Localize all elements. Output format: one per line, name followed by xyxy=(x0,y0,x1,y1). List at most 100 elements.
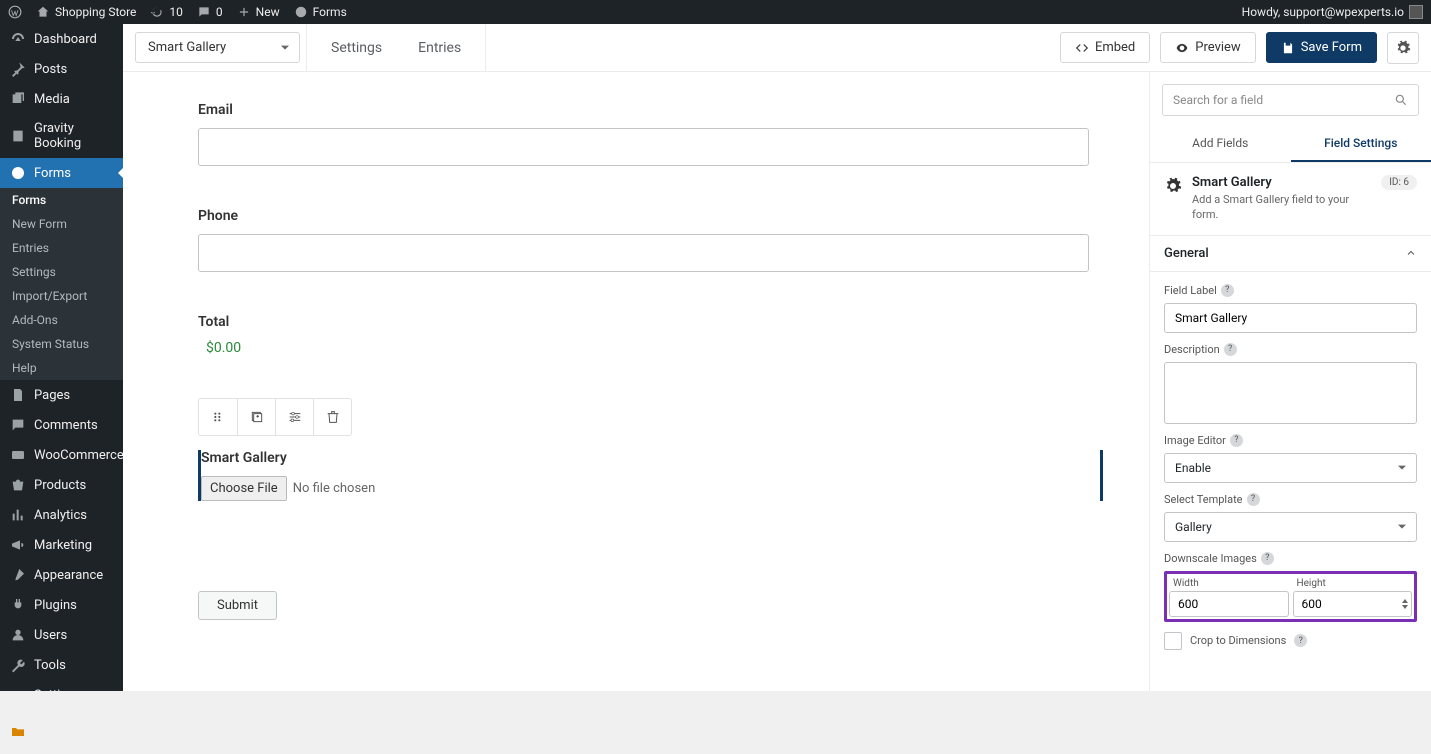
submenu-system-status[interactable]: System Status xyxy=(0,332,123,356)
nav-entries[interactable]: Entries xyxy=(400,40,479,56)
sidebar-products[interactable]: Products xyxy=(0,470,123,500)
edit-field-button[interactable] xyxy=(275,399,313,435)
label-image-editor: Image Editor? xyxy=(1164,434,1417,447)
submenu-import-export[interactable]: Import/Export xyxy=(0,284,123,308)
help-icon[interactable]: ? xyxy=(1294,634,1307,647)
admin-sidebar: Dashboard Posts Media Gravity Booking Fo… xyxy=(0,24,123,691)
sidebar-pages[interactable]: Pages xyxy=(0,380,123,410)
image-editor-select[interactable]: Enable xyxy=(1164,453,1417,483)
sidebar-tools[interactable]: Tools xyxy=(0,650,123,680)
form-switcher[interactable]: Smart Gallery xyxy=(135,32,300,63)
total-label: Total xyxy=(198,314,1089,330)
wrench-icon xyxy=(10,657,26,673)
forms-menu-icon xyxy=(10,165,26,181)
help-icon[interactable]: ? xyxy=(1221,284,1234,297)
total-value: $0.00 xyxy=(198,340,1089,356)
description-textarea[interactable] xyxy=(1164,362,1417,424)
height-label: Height xyxy=(1293,576,1413,591)
save-form-button[interactable]: Save Form xyxy=(1266,32,1377,63)
comment-icon xyxy=(10,417,26,433)
gallery-field-label: Smart Gallery xyxy=(201,450,1089,466)
plug-icon xyxy=(10,597,26,613)
embed-button[interactable]: Embed xyxy=(1060,32,1150,63)
avatar xyxy=(1409,5,1423,19)
number-spinner[interactable] xyxy=(1402,599,1408,609)
save-icon xyxy=(1281,41,1295,55)
code-icon xyxy=(1075,41,1089,55)
sidebar-gravity-booking[interactable]: Gravity Booking xyxy=(0,114,123,158)
template-select[interactable]: Gallery xyxy=(1164,512,1417,542)
sidebar-media[interactable]: Media xyxy=(0,84,123,114)
form-canvas: Email Phone Total $0.00 xyxy=(123,72,1149,691)
trash-icon xyxy=(325,409,341,425)
drag-handle[interactable] xyxy=(199,399,237,435)
phone-input[interactable] xyxy=(198,234,1089,272)
help-icon[interactable]: ? xyxy=(1261,552,1274,565)
help-icon[interactable]: ? xyxy=(1230,434,1243,447)
help-icon[interactable]: ? xyxy=(1247,493,1260,506)
sidebar-plugins[interactable]: Plugins xyxy=(0,590,123,620)
sidebar-marketing[interactable]: Marketing xyxy=(0,530,123,560)
gear-icon xyxy=(1395,40,1411,56)
submenu-addons[interactable]: Add-Ons xyxy=(0,308,123,332)
sidebar-dashboard[interactable]: Dashboard xyxy=(0,24,123,54)
email-field-group[interactable]: Email xyxy=(198,102,1089,166)
form-settings-button[interactable] xyxy=(1387,32,1419,64)
total-field-group[interactable]: Total $0.00 xyxy=(198,314,1089,356)
updates[interactable]: 10 xyxy=(150,5,183,19)
calendar-icon xyxy=(10,128,26,144)
submit-button[interactable]: Submit xyxy=(198,591,277,620)
submenu-new-form[interactable]: New Form xyxy=(0,212,123,236)
forms-admin[interactable]: Forms xyxy=(294,5,347,19)
howdy-user[interactable]: Howdy, support@wpexperts.io xyxy=(1242,5,1423,19)
sidebar-wp-file-manager[interactable]: WP File Manager xyxy=(0,710,123,754)
sidebar-users[interactable]: Users xyxy=(0,620,123,650)
forms-submenu: Forms New Form Entries Settings Import/E… xyxy=(0,188,123,380)
delete-field-button[interactable] xyxy=(313,399,351,435)
general-section-body: Field Label? Description? Image Editor? … xyxy=(1150,272,1431,662)
width-input[interactable] xyxy=(1169,591,1289,617)
sidebar-posts[interactable]: Posts xyxy=(0,54,123,84)
comments-count[interactable]: 0 xyxy=(197,5,223,19)
megaphone-icon xyxy=(10,537,26,553)
field-type-desc: Add a Smart Gallery field to your form. xyxy=(1192,192,1371,223)
submenu-help[interactable]: Help xyxy=(0,356,123,380)
sidebar-settings[interactable]: Settings xyxy=(0,680,123,710)
width-label: Width xyxy=(1169,576,1289,591)
pages-icon xyxy=(10,387,26,403)
sidebar-forms[interactable]: Forms xyxy=(0,158,123,188)
panel-tabs: Add Fields Field Settings xyxy=(1150,126,1431,163)
site-home[interactable]: Shopping Store xyxy=(36,5,136,19)
grip-icon xyxy=(210,409,226,425)
tab-add-fields[interactable]: Add Fields xyxy=(1150,126,1291,162)
help-icon[interactable]: ? xyxy=(1224,343,1237,356)
submenu-entries[interactable]: Entries xyxy=(0,236,123,260)
general-section-toggle[interactable]: General xyxy=(1150,235,1431,272)
sidebar-analytics[interactable]: Analytics xyxy=(0,500,123,530)
tab-field-settings[interactable]: Field Settings xyxy=(1291,126,1431,162)
sidebar-comments[interactable]: Comments xyxy=(0,410,123,440)
phone-label: Phone xyxy=(198,208,1089,224)
choose-file-button[interactable]: Choose File xyxy=(201,476,287,501)
nav-settings[interactable]: Settings xyxy=(313,40,400,56)
field-label-input[interactable] xyxy=(1164,303,1417,333)
sidebar-appearance[interactable]: Appearance xyxy=(0,560,123,590)
crop-checkbox[interactable] xyxy=(1164,632,1182,650)
wp-logo[interactable] xyxy=(8,5,22,19)
height-input[interactable] xyxy=(1293,591,1413,617)
email-input[interactable] xyxy=(198,128,1089,166)
new-content[interactable]: New xyxy=(237,5,280,19)
sidebar-woocommerce[interactable]: WooCommerce xyxy=(0,440,123,470)
crop-row: Crop to Dimensions ? xyxy=(1164,632,1417,650)
field-id-badge: ID: 6 xyxy=(1381,175,1417,190)
preview-button[interactable]: Preview xyxy=(1160,32,1255,63)
duplicate-button[interactable] xyxy=(237,399,275,435)
field-type-name: Smart Gallery xyxy=(1192,175,1371,190)
wordpress-icon xyxy=(8,5,22,19)
submenu-forms[interactable]: Forms xyxy=(0,188,123,212)
phone-field-group[interactable]: Phone xyxy=(198,208,1089,272)
submenu-settings[interactable]: Settings xyxy=(0,260,123,284)
sliders-icon xyxy=(10,687,26,703)
smart-gallery-field[interactable]: Smart Gallery Choose File No file chosen xyxy=(198,450,1089,501)
field-search[interactable]: Search for a field xyxy=(1162,84,1419,116)
